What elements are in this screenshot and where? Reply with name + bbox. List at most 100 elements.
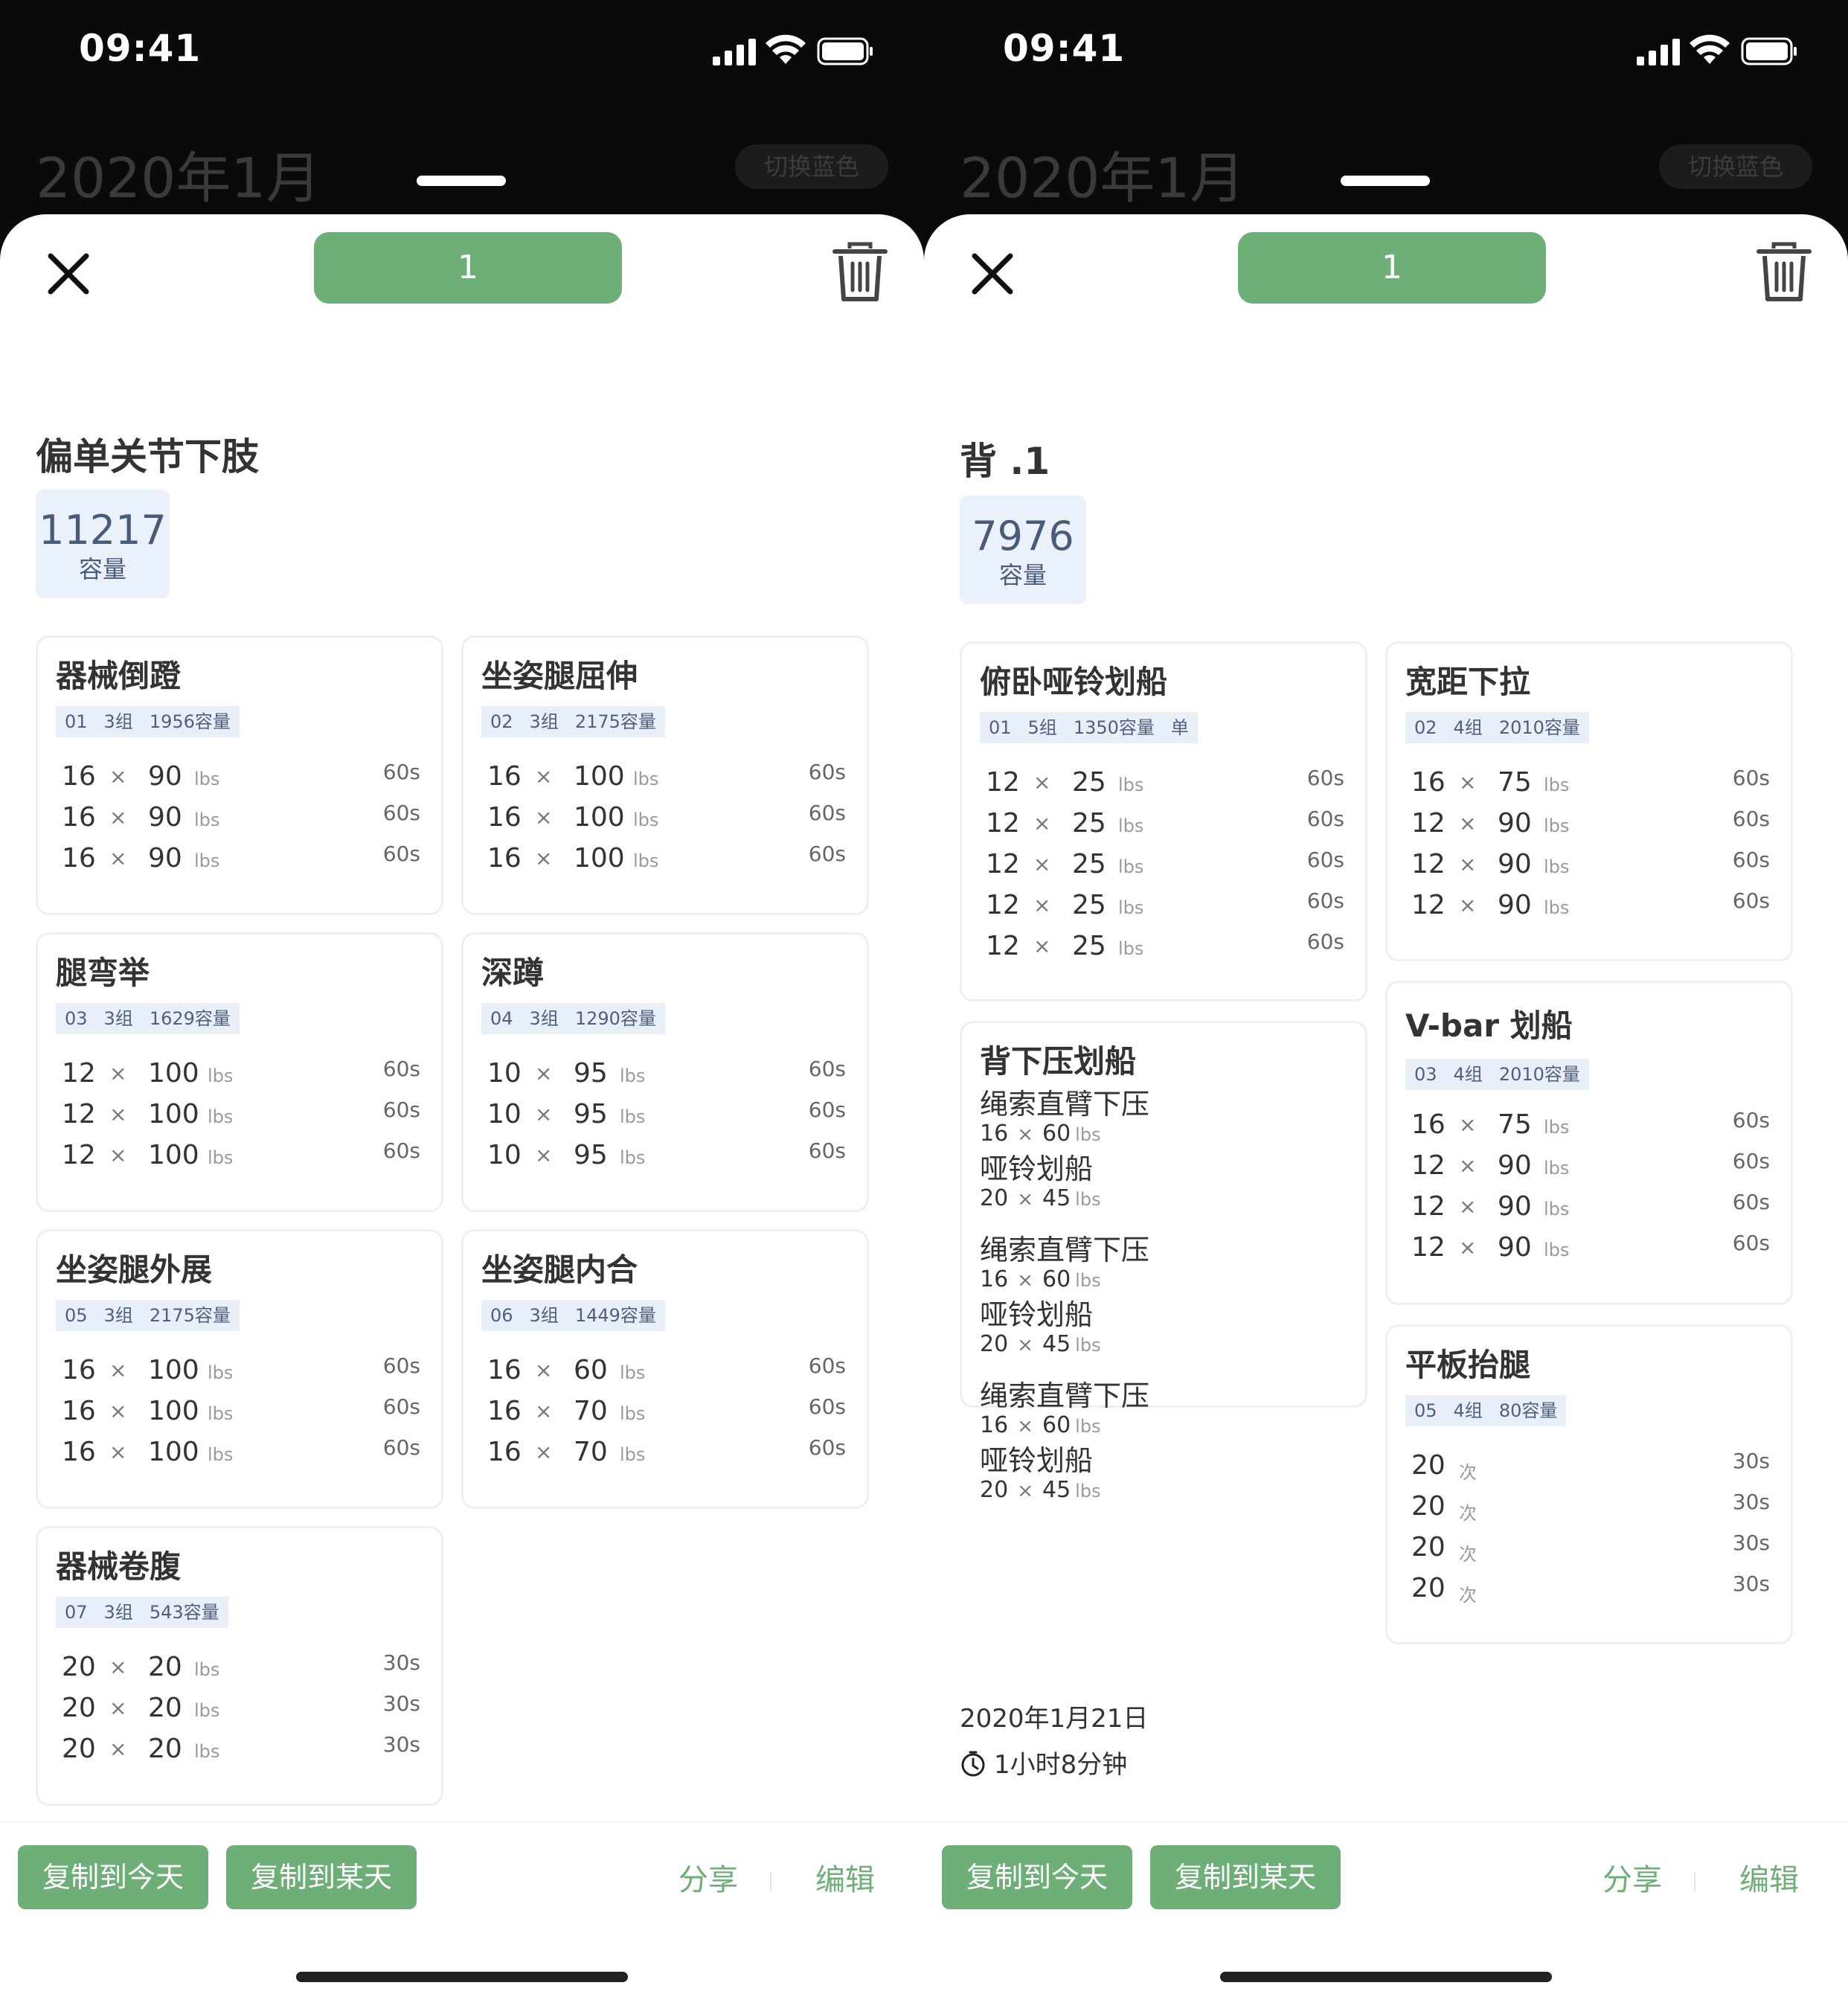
exercise-tag: 01 3组 1956容量 xyxy=(56,706,240,737)
set-row: 10 × 95 lbs 60s xyxy=(487,1138,846,1170)
edit-link[interactable]: 编辑 xyxy=(1739,1856,1799,1899)
set-row: 12 × 90 lbs 60s xyxy=(1411,1190,1770,1222)
sheet-grabber[interactable] xyxy=(1341,176,1430,186)
set-row: 16 × 100 lbs 60s xyxy=(487,760,846,792)
copy-to-today-button[interactable]: 复制到今天 xyxy=(942,1845,1132,1909)
share-link[interactable]: 分享 xyxy=(1602,1856,1662,1899)
superset-name: 背下压划船 xyxy=(980,1043,1137,1080)
superset-round: 绳索直臂下压 16 × 60 lbs 哑铃划船 20 × 45 lbs xyxy=(980,1087,1149,1212)
exercise-tag: 05 4组 80容量 xyxy=(1405,1395,1567,1426)
superset-exercise-name: 哑铃划船 xyxy=(980,1444,1094,1477)
set-row: 12 × 90 lbs 60s xyxy=(1411,807,1770,839)
duration-text: 1小时8分钟 xyxy=(994,1750,1128,1780)
exercise-card[interactable]: 坐姿腿内合 06 3组 1449容量 16 × 60 lbs 60s 16 × 70 lbs 60s… xyxy=(461,1229,869,1509)
background-month-title: 2020年1月 xyxy=(36,147,321,211)
superset-exercise-name: 绳索直臂下压 xyxy=(980,1234,1150,1266)
exercise-card[interactable]: V-bar 划船 03 4组 2010容量 16 × 75 lbs 60s 12 × 90 lbs… xyxy=(1385,981,1793,1305)
superset-card[interactable]: 背下压划船 绳索直臂下压 16 × 60 lbs 哑铃划船 20 × 45 lbs 绳索直臂… xyxy=(960,1021,1367,1503)
share-link[interactable]: 分享 xyxy=(678,1856,738,1899)
set-row: 20 次 30s xyxy=(1411,1571,1770,1606)
copy-to-today-button[interactable]: 复制到今天 xyxy=(18,1845,208,1909)
day-number-pill[interactable]: 1 xyxy=(314,232,622,304)
exercise-card[interactable]: 平板抬腿 05 4组 80容量 20 次 30s 20 次 30s 20 次 30s 20 次 30… xyxy=(1385,1324,1793,1644)
phone-screen-right: 09:41 2020年1月 切换蓝色 1 背 .1 7976 容量 俯卧哑铃划船… xyxy=(924,0,1848,2000)
set-row: 16 × 75 lbs 60s xyxy=(1411,1108,1770,1140)
exercise-card[interactable]: 器械卷腹 07 3组 543容量 20 × 20 lbs 30s 20 × 20 lbs 30s 2… xyxy=(36,1526,443,1806)
set-row: 16 × 70 lbs 60s xyxy=(487,1394,846,1426)
trash-icon[interactable] xyxy=(1756,241,1812,304)
exercise-name: 器械卷腹 xyxy=(56,1548,182,1585)
superset-exercise-set: 16 × 60 lbs xyxy=(980,1121,1101,1147)
exercise-card[interactable]: 腿弯举 03 3组 1629容量 12 × 100 lbs 60s 12 × 100 lbs 60s… xyxy=(36,932,443,1212)
battery-icon xyxy=(817,37,873,65)
wifi-icon xyxy=(766,34,806,64)
set-row: 20 次 30s xyxy=(1411,1490,1770,1524)
exercise-name: 宽距下拉 xyxy=(1405,664,1531,700)
set-row: 12 × 90 lbs 60s xyxy=(1411,888,1770,920)
set-row: 20 × 20 lbs 30s xyxy=(62,1650,420,1682)
trash-icon[interactable] xyxy=(832,241,888,304)
exercise-tag: 04 3组 1290容量 xyxy=(481,1003,665,1034)
exercise-tag: 02 3组 2175容量 xyxy=(481,706,665,737)
set-row: 12 × 100 lbs 60s xyxy=(62,1138,420,1170)
divider xyxy=(1694,1872,1695,1891)
workout-sheet: 1 偏单关节下肢 11217 容量 器械倒蹬 01 3组 1956容量 16 × 90 l… xyxy=(0,214,924,2000)
set-row: 16 × 100 lbs 60s xyxy=(487,801,846,833)
set-row: 10 × 95 lbs 60s xyxy=(487,1097,846,1129)
close-icon[interactable] xyxy=(963,244,1022,304)
switch-blue-button[interactable]: 切换蓝色 xyxy=(1659,144,1812,189)
exercise-tag: 07 3组 543容量 xyxy=(56,1597,228,1628)
exercise-name: V-bar 划船 xyxy=(1405,1007,1573,1044)
set-row: 12 × 100 lbs 60s xyxy=(62,1097,420,1129)
set-row: 12 × 25 lbs 60s xyxy=(986,888,1344,920)
day-number-pill[interactable]: 1 xyxy=(1238,232,1546,304)
exercise-tag: 03 4组 2010容量 xyxy=(1405,1059,1589,1090)
superset-exercise-set: 20 × 45 lbs xyxy=(980,1185,1101,1211)
set-row: 16 × 90 lbs 60s xyxy=(62,760,420,792)
exercise-tag: 02 4组 2010容量 xyxy=(1405,712,1589,743)
divider xyxy=(770,1872,771,1891)
copy-to-someday-button[interactable]: 复制到某天 xyxy=(1150,1845,1341,1909)
exercise-card[interactable]: 坐姿腿屈伸 02 3组 2175容量 16 × 100 lbs 60s 16 × 100 lbs 6… xyxy=(461,635,869,915)
superset-exercise-name: 绳索直臂下压 xyxy=(980,1088,1150,1121)
set-row: 16 × 100 lbs 60s xyxy=(62,1435,420,1467)
exercise-card[interactable]: 器械倒蹬 01 3组 1956容量 16 × 90 lbs 60s 16 × 90 lbs 60s … xyxy=(36,635,443,915)
set-row: 12 × 25 lbs 60s xyxy=(986,807,1344,839)
exercise-card[interactable]: 俯卧哑铃划船 01 5组 1350容量单 12 × 25 lbs 60s 12 × 25 lbs 6… xyxy=(960,641,1367,1001)
status-bar: 09:41 xyxy=(0,0,924,104)
home-indicator[interactable] xyxy=(1220,1972,1552,1982)
exercise-tag: 06 3组 1449容量 xyxy=(481,1300,665,1331)
volume-summary: 7976 容量 xyxy=(960,496,1086,604)
set-row: 12 × 90 lbs 60s xyxy=(1411,1149,1770,1181)
superset-exercise-set: 16 × 60 lbs xyxy=(980,1266,1101,1292)
set-row: 12 × 25 lbs 60s xyxy=(986,929,1344,961)
switch-blue-button[interactable]: 切换蓝色 xyxy=(735,144,888,189)
set-row: 16 × 100 lbs 60s xyxy=(62,1353,420,1385)
exercise-name: 深蹲 xyxy=(481,955,545,991)
superset-exercise-set: 20 × 45 lbs xyxy=(980,1331,1101,1357)
wifi-icon xyxy=(1690,34,1730,64)
exercise-name: 平板抬腿 xyxy=(1405,1347,1531,1383)
exercise-card[interactable]: 宽距下拉 02 4组 2010容量 16 × 75 lbs 60s 12 × 90 lbs 60s … xyxy=(1385,641,1793,961)
workout-duration: 1小时8分钟 xyxy=(960,1744,1127,1781)
set-row: 20 次 30s xyxy=(1411,1531,1770,1565)
set-row: 12 × 25 lbs 60s xyxy=(986,766,1344,798)
exercise-card[interactable]: 坐姿腿外展 05 3组 2175容量 16 × 100 lbs 60s 16 × 100 lbs 6… xyxy=(36,1229,443,1509)
set-row: 16 × 60 lbs 60s xyxy=(487,1353,846,1385)
sheet-grabber[interactable] xyxy=(417,176,506,186)
workout-title: 偏单关节下肢 xyxy=(36,435,259,478)
set-row: 16 × 90 lbs 60s xyxy=(62,801,420,833)
set-row: 20 次 30s xyxy=(1411,1449,1770,1483)
superset-exercise-set: 20 × 45 lbs xyxy=(980,1477,1101,1503)
set-row: 12 × 100 lbs 60s xyxy=(62,1057,420,1089)
close-icon[interactable] xyxy=(39,244,98,304)
exercise-name: 坐姿腿屈伸 xyxy=(481,658,638,694)
copy-to-someday-button[interactable]: 复制到某天 xyxy=(226,1845,417,1909)
exercise-card[interactable]: 深蹲 04 3组 1290容量 10 × 95 lbs 60s 10 × 95 lbs 60s 10… xyxy=(461,932,869,1212)
workout-date: 2020年1月21日 xyxy=(960,1704,1149,1734)
status-bar: 09:41 xyxy=(924,0,1848,104)
set-row: 10 × 95 lbs 60s xyxy=(487,1057,846,1089)
home-indicator[interactable] xyxy=(296,1972,628,1982)
edit-link[interactable]: 编辑 xyxy=(815,1856,875,1899)
battery-icon xyxy=(1741,37,1797,65)
